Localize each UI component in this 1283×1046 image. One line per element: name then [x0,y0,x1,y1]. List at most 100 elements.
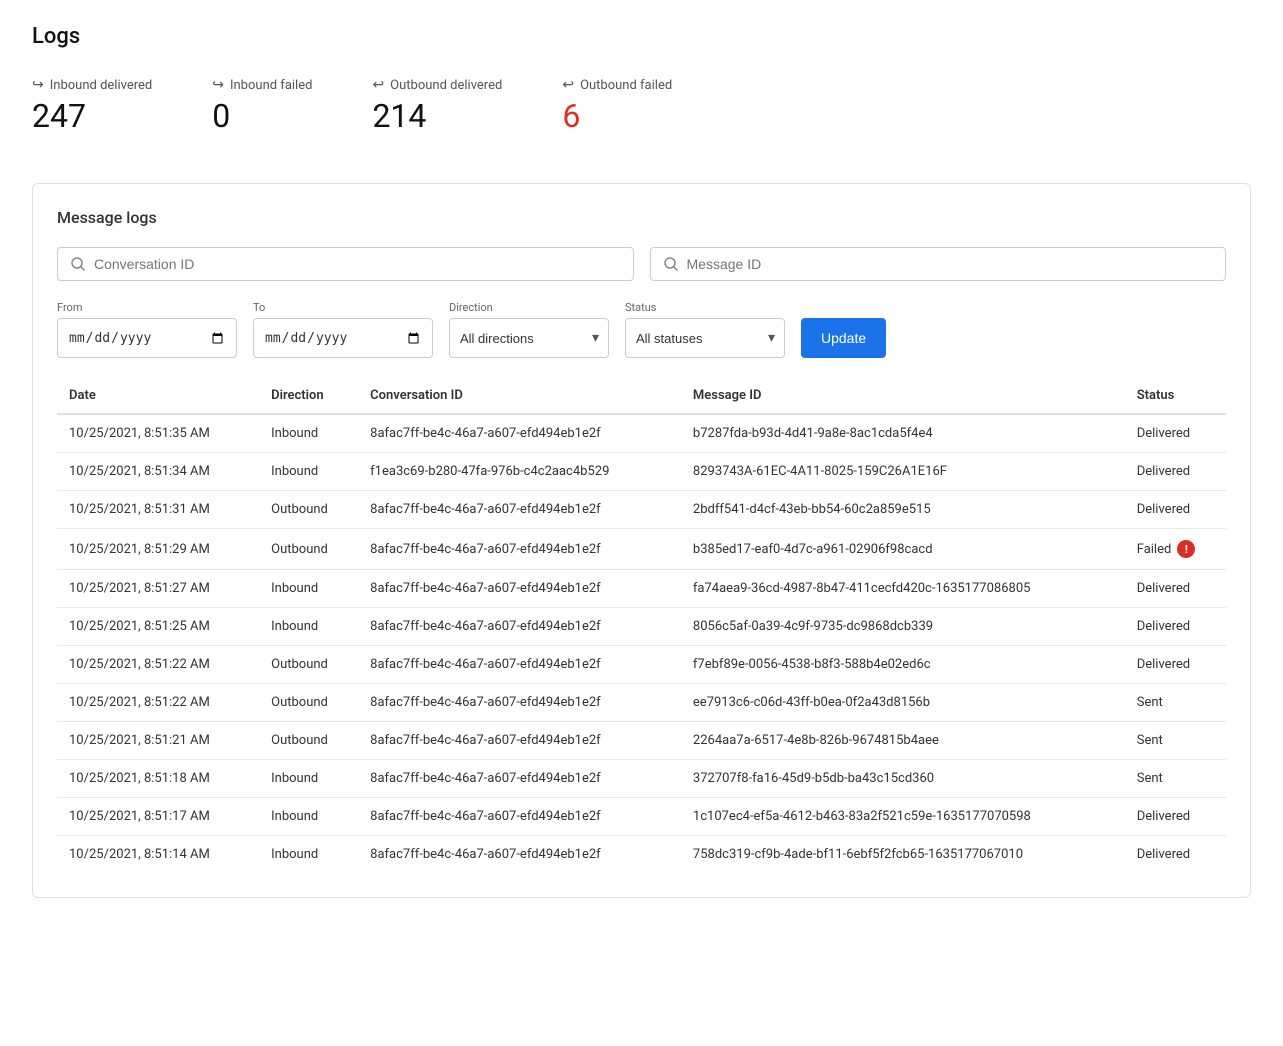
table-row: 10/25/2021, 8:51:35 AMInbound8afac7ff-be… [57,414,1226,453]
direction-cell: Inbound [259,760,358,798]
th-message-id: Message ID [681,378,1125,414]
search-icon [70,256,86,272]
conv-id-cell: 8afac7ff-be4c-46a7-a607-efd494eb1e2f [358,646,681,684]
page-title: Logs [32,24,1251,49]
direction-cell: Inbound [259,414,358,453]
table-header: DateDirectionConversation IDMessage IDSt… [57,378,1226,414]
status-cell: Delivered [1125,491,1226,529]
direction-cell: Inbound [259,608,358,646]
date-cell: 10/25/2021, 8:51:35 AM [57,414,259,453]
table-row: 10/25/2021, 8:51:17 AMInbound8afac7ff-be… [57,798,1226,836]
date-cell: 10/25/2021, 8:51:29 AM [57,529,259,570]
direction-select[interactable]: All directions Inbound Outbound [449,318,609,358]
table-row: 10/25/2021, 8:51:34 AMInboundf1ea3c69-b2… [57,453,1226,491]
msg-id-cell: b7287fda-b93d-4d41-9a8e-8ac1cda5f4e4 [681,414,1125,453]
stat-inbound-delivered: ↪ Inbound delivered 247 [32,77,152,135]
from-date-input[interactable] [57,318,237,358]
table-row: 10/25/2021, 8:51:21 AMOutbound8afac7ff-b… [57,722,1226,760]
to-label: To [253,301,433,314]
status-select[interactable]: All statuses Delivered Failed Sent [625,318,785,358]
status-select-wrapper: All statuses Delivered Failed Sent [625,318,785,358]
date-cell: 10/25/2021, 8:51:22 AM [57,684,259,722]
direction-cell: Outbound [259,491,358,529]
stat-label: ↩ Outbound failed [562,77,672,93]
status-cell: Delivered [1125,414,1226,453]
msg-id-cell: f7ebf89e-0056-4538-b8f3-588b4e02ed6c [681,646,1125,684]
table-row: 10/25/2021, 8:51:18 AMInbound8afac7ff-be… [57,760,1226,798]
conv-id-cell: 8afac7ff-be4c-46a7-a607-efd494eb1e2f [358,491,681,529]
conversation-id-input[interactable] [94,256,621,272]
date-cell: 10/25/2021, 8:51:31 AM [57,491,259,529]
search-row [57,247,1226,281]
date-cell: 10/25/2021, 8:51:21 AM [57,722,259,760]
update-button[interactable]: Update [801,318,886,358]
status-cell: Sent [1125,684,1226,722]
date-cell: 10/25/2021, 8:51:18 AM [57,760,259,798]
message-logs-card: Message logs From [32,183,1251,898]
status-failed: Failed ! [1137,540,1214,558]
conv-id-cell: 8afac7ff-be4c-46a7-a607-efd494eb1e2f [358,722,681,760]
th-conversation-id: Conversation ID [358,378,681,414]
conv-id-cell: 8afac7ff-be4c-46a7-a607-efd494eb1e2f [358,760,681,798]
msg-id-cell: b385ed17-eaf0-4d7c-a961-02906f98cacd [681,529,1125,570]
stat-label: ↩ Outbound delivered [372,77,502,93]
message-logs-table: DateDirectionConversation IDMessage IDSt… [57,378,1226,873]
msg-id-cell: 2bdff541-d4cf-43eb-bb54-60c2a859e515 [681,491,1125,529]
stat-value: 6 [562,97,672,135]
msg-id-cell: ee7913c6-c06d-43ff-b0ea-0f2a43d8156b [681,684,1125,722]
stats-row: ↪ Inbound delivered 247 ↪ Inbound failed… [32,77,1251,151]
status-cell: Delivered [1125,646,1226,684]
stat-outbound-failed: ↩ Outbound failed 6 [562,77,672,135]
th-direction: Direction [259,378,358,414]
stat-value: 247 [32,97,152,135]
th-date: Date [57,378,259,414]
arrow-icon: ↪ [32,77,44,93]
table-row: 10/25/2021, 8:51:31 AMOutbound8afac7ff-b… [57,491,1226,529]
msg-id-cell: 8293743A-61EC-4A11-8025-159C26A1E16F [681,453,1125,491]
to-filter-group: To [253,301,433,358]
direction-cell: Outbound [259,684,358,722]
stat-outbound-delivered: ↩ Outbound delivered 214 [372,77,502,135]
table-row: 10/25/2021, 8:51:27 AMInbound8afac7ff-be… [57,570,1226,608]
conv-id-cell: 8afac7ff-be4c-46a7-a607-efd494eb1e2f [358,529,681,570]
msg-id-cell: fa74aea9-36cd-4987-8b47-411cecfd420c-163… [681,570,1125,608]
msg-id-cell: 2264aa7a-6517-4e8b-826b-9674815b4aee [681,722,1125,760]
msg-id-cell: 372707f8-fa16-45d9-b5db-ba43c15cd360 [681,760,1125,798]
error-icon: ! [1177,540,1195,558]
date-cell: 10/25/2021, 8:51:34 AM [57,453,259,491]
from-label: From [57,301,237,314]
stat-inbound-failed: ↪ Inbound failed 0 [212,77,312,135]
direction-cell: Inbound [259,453,358,491]
th-status: Status [1125,378,1226,414]
conv-id-cell: 8afac7ff-be4c-46a7-a607-efd494eb1e2f [358,608,681,646]
message-id-input[interactable] [687,256,1214,272]
arrow-icon: ↩ [562,77,574,93]
stat-label: ↪ Inbound delivered [32,77,152,93]
status-cell: Delivered [1125,608,1226,646]
table-body: 10/25/2021, 8:51:35 AMInbound8afac7ff-be… [57,414,1226,873]
status-text: Failed [1137,542,1172,557]
conv-id-cell: 8afac7ff-be4c-46a7-a607-efd494eb1e2f [358,414,681,453]
status-cell: Delivered [1125,570,1226,608]
status-cell: Sent [1125,722,1226,760]
logs-page: Logs ↪ Inbound delivered 247 ↪ Inbound f… [0,0,1283,922]
direction-cell: Inbound [259,836,358,874]
table-row: 10/25/2021, 8:51:22 AMOutbound8afac7ff-b… [57,646,1226,684]
direction-filter-group: Direction All directions Inbound Outboun… [449,301,609,358]
direction-label: Direction [449,301,609,314]
to-date-input[interactable] [253,318,433,358]
from-filter-group: From [57,301,237,358]
stat-value: 214 [372,97,502,135]
direction-cell: Inbound [259,570,358,608]
direction-select-wrapper: All directions Inbound Outbound [449,318,609,358]
filters-row: From To Direction All directions Inbound… [57,301,1226,358]
table-row: 10/25/2021, 8:51:25 AMInbound8afac7ff-be… [57,608,1226,646]
date-cell: 10/25/2021, 8:51:14 AM [57,836,259,874]
card-title: Message logs [57,208,1226,227]
search-icon [663,256,679,272]
status-cell: Failed ! [1125,529,1226,570]
status-cell: Sent [1125,760,1226,798]
msg-id-cell: 1c107ec4-ef5a-4612-b463-83a2f521c59e-163… [681,798,1125,836]
status-filter-group: Status All statuses Delivered Failed Sen… [625,301,785,358]
date-cell: 10/25/2021, 8:51:22 AM [57,646,259,684]
